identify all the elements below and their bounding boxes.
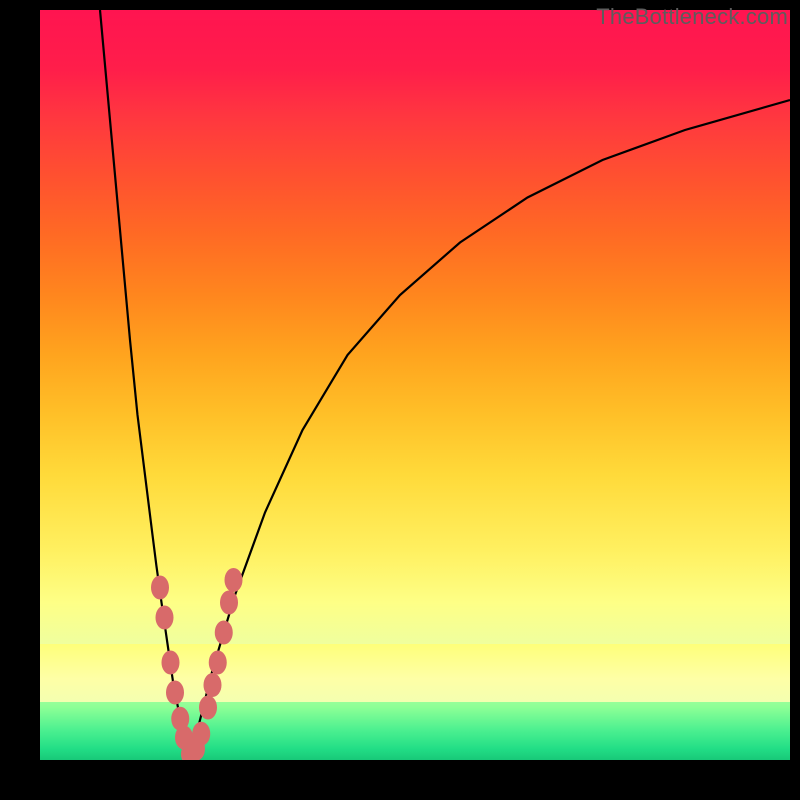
marker-dot	[204, 673, 222, 697]
chart-svg	[40, 10, 790, 760]
marker-dot	[192, 722, 210, 746]
plot-area	[40, 10, 790, 760]
marker-dot	[151, 576, 169, 600]
curve-right	[190, 100, 790, 760]
marker-dot	[199, 696, 217, 720]
outer-frame: TheBottleneck.com	[0, 0, 800, 800]
curve-left	[100, 10, 190, 760]
marker-dot	[225, 568, 243, 592]
marker-dot	[162, 651, 180, 675]
watermark-text: TheBottleneck.com	[596, 4, 788, 30]
marker-dot	[220, 591, 238, 615]
marker-dot	[209, 651, 227, 675]
marker-dot	[166, 681, 184, 705]
marker-group	[151, 568, 243, 760]
marker-dot	[156, 606, 174, 630]
marker-dot	[215, 621, 233, 645]
